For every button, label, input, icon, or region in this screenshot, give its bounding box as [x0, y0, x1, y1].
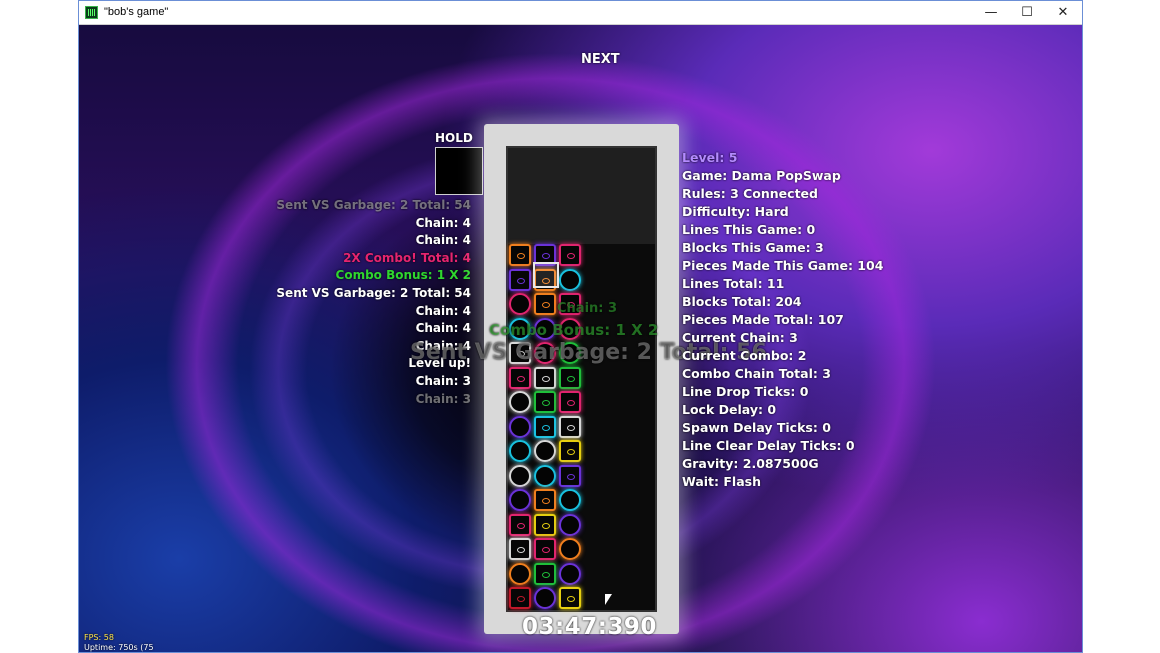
square-block[interactable] — [534, 538, 556, 560]
stat-line: Lines This Game: 0 — [682, 222, 816, 237]
circle-block[interactable] — [509, 415, 531, 438]
square-block[interactable] — [534, 415, 556, 438]
game-timer: 03:47:390 — [522, 614, 657, 640]
log-line: Chain: 4 — [415, 215, 471, 230]
log-line: Chain: 3 — [415, 391, 471, 406]
fps-counter: FPS: 58 — [84, 633, 114, 642]
square-block[interactable] — [559, 244, 581, 266]
square-block[interactable] — [559, 415, 581, 438]
circle-block[interactable] — [509, 562, 531, 585]
square-block[interactable] — [509, 268, 531, 291]
square-block[interactable] — [534, 562, 556, 585]
swap-cursor[interactable] — [533, 262, 559, 288]
log-line: Chain: 4 — [415, 321, 471, 336]
stat-line: Wait: Flash — [682, 474, 761, 489]
stat-line: Lock Delay: 0 — [682, 402, 777, 417]
log-line: Combo Bonus: 1 X 2 — [335, 268, 471, 283]
square-block[interactable] — [509, 587, 531, 609]
next-label: NEXT — [581, 52, 620, 67]
hold-piece-box — [435, 147, 483, 195]
stat-line: Combo Chain Total: 3 — [682, 366, 831, 381]
stat-line: Level: 5 — [682, 150, 738, 165]
log-line: Chain: 3 — [415, 374, 471, 388]
circle-block[interactable] — [534, 587, 556, 609]
stat-line: Blocks Total: 204 — [682, 294, 802, 309]
circle-block[interactable] — [509, 464, 531, 487]
log-line: Chain: 4 — [415, 303, 471, 318]
stat-line: Pieces Made This Game: 104 — [682, 258, 884, 273]
circle-block[interactable] — [559, 538, 581, 560]
log-line: Chain: 4 — [415, 233, 471, 248]
close-button[interactable]: ✕ — [1045, 1, 1081, 25]
square-block[interactable] — [509, 513, 531, 536]
block-grid[interactable] — [508, 148, 659, 614]
log-line: 2X Combo! Total: 4 — [343, 250, 471, 265]
square-block[interactable] — [559, 464, 581, 487]
square-block[interactable] — [534, 513, 556, 536]
stat-line: Spawn Delay Ticks: 0 — [682, 420, 831, 435]
circle-block[interactable] — [534, 464, 556, 487]
stat-line: Current Chain: 3 — [682, 330, 798, 345]
stat-line: Blocks This Game: 3 — [682, 240, 824, 255]
square-block[interactable] — [509, 244, 531, 266]
square-block[interactable] — [534, 391, 556, 413]
stat-line: Gravity: 2.087500G — [682, 456, 819, 471]
minimize-button[interactable]: — — [973, 1, 1009, 25]
stat-line: Difficulty: Hard — [682, 204, 789, 219]
stat-line: Rules: 3 Connected — [682, 186, 818, 201]
circle-block[interactable] — [559, 513, 581, 536]
stat-line: Game: Dama PopSwap — [682, 168, 841, 183]
square-block[interactable] — [534, 366, 556, 389]
hold-label: HOLD — [435, 131, 473, 145]
stat-line: Line Clear Delay Ticks: 0 — [682, 438, 855, 453]
circle-block[interactable] — [559, 562, 581, 585]
mouse-pointer-icon — [605, 594, 612, 605]
uptime-counter: Uptime: 750s (75 — [84, 643, 154, 652]
stats-panel: Level: 5 Game: Dama PopSwap Rules: 3 Conne… — [682, 149, 883, 491]
playfield-frame — [484, 124, 679, 634]
stat-line: Line Drop Ticks: 0 — [682, 384, 809, 399]
stat-line: Lines Total: 11 — [682, 276, 785, 291]
floating-combo-bonus-text: Combo Bonus: 1 X 2 — [489, 321, 659, 339]
circle-block[interactable] — [509, 489, 531, 511]
circle-block[interactable] — [509, 293, 531, 315]
title-bar[interactable]: "bob's game" — ☐ ✕ — [79, 1, 1082, 25]
circle-block[interactable] — [509, 391, 531, 413]
square-block[interactable] — [559, 391, 581, 413]
square-block[interactable] — [509, 538, 531, 560]
square-block[interactable] — [559, 587, 581, 609]
log-line: Sent VS Garbage: 2 Total: 54 — [276, 198, 471, 212]
square-block[interactable] — [559, 366, 581, 389]
square-block[interactable] — [509, 366, 531, 389]
stat-line: Current Combo: 2 — [682, 348, 807, 363]
square-block[interactable] — [534, 293, 556, 315]
log-line: Sent VS Garbage: 2 Total: 54 — [276, 286, 471, 300]
game-window: "bob's game" — ☐ ✕ NEXT HOLD Sent VS Gar… — [78, 0, 1083, 653]
circle-block[interactable] — [509, 440, 531, 462]
square-block[interactable] — [559, 440, 581, 462]
circle-block[interactable] — [559, 268, 581, 291]
window-title: "bob's game" — [104, 6, 169, 18]
circle-block[interactable] — [559, 489, 581, 511]
square-block[interactable] — [534, 489, 556, 511]
stat-line: Pieces Made Total: 107 — [682, 312, 844, 327]
floating-chain-text: Chain: 3 — [557, 301, 618, 316]
app-icon — [85, 6, 98, 19]
playfield[interactable] — [506, 146, 657, 612]
circle-block[interactable] — [534, 440, 556, 462]
maximize-button[interactable]: ☐ — [1009, 1, 1045, 25]
game-viewport[interactable]: NEXT HOLD Sent VS Garbage: 2 Total: 54 Ch… — [79, 25, 1082, 652]
